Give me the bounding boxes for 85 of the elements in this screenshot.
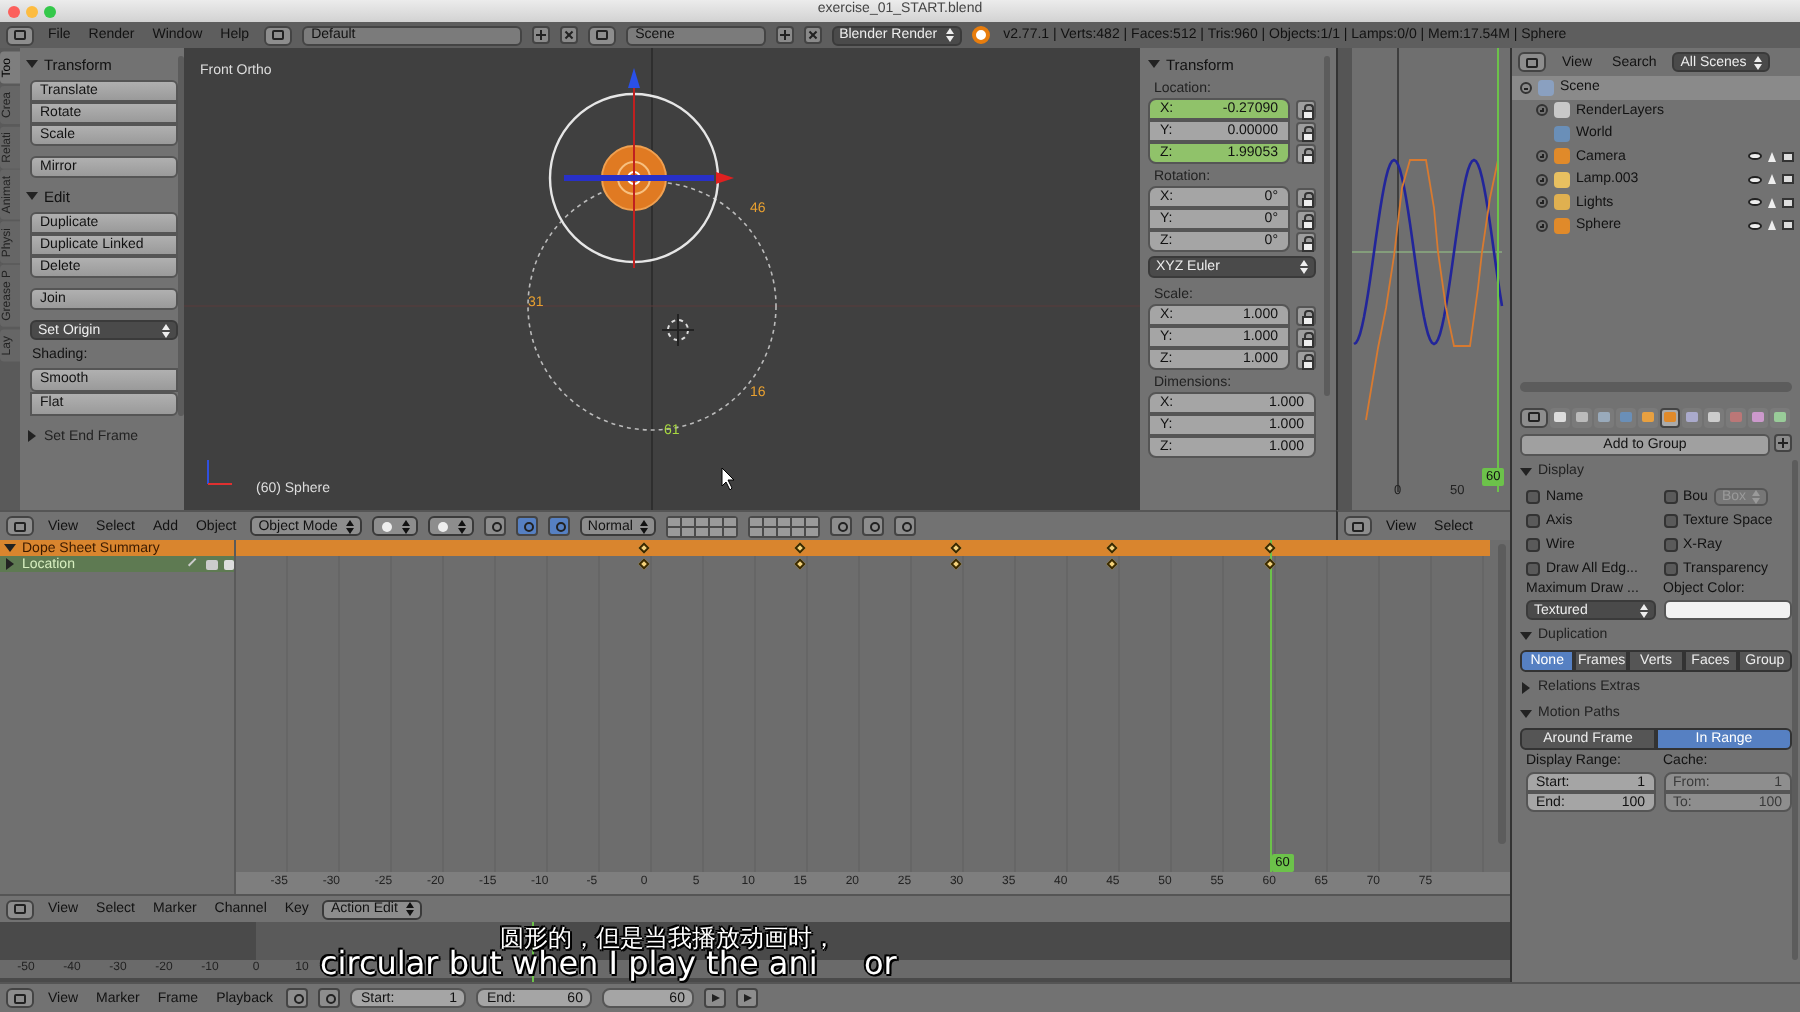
editor-type-button[interactable] [6, 25, 34, 45]
plus-icon[interactable] [531, 26, 550, 44]
pivot-dropdown[interactable] [427, 516, 474, 536]
axis-gizmo-icon [207, 459, 233, 485]
keyframe-icon[interactable] [950, 542, 963, 554]
updown-arrow-icon [1639, 603, 1647, 617]
mouse-cursor-icon [721, 467, 735, 491]
editor-type-button[interactable] [263, 25, 292, 45]
disclosure-triangle-icon[interactable] [1148, 58, 1160, 70]
editor-type-button[interactable] [587, 25, 616, 45]
updown-arrow-icon [640, 519, 649, 533]
updown-arrow-icon [162, 323, 170, 337]
properties-tab[interactable] [1704, 407, 1724, 427]
keyframe-icon[interactable] [1107, 558, 1119, 570]
rotate-icon[interactable] [547, 516, 570, 536]
disclosure-triangle-icon[interactable] [1520, 681, 1532, 693]
keyframe-icon[interactable] [1107, 542, 1119, 554]
checkbox[interactable] [1526, 537, 1540, 551]
properties-tab[interactable] [1770, 407, 1790, 427]
transform-manipulator-drawing[interactable] [564, 68, 734, 269]
subtitle: or [864, 946, 897, 980]
properties-tab[interactable] [1550, 407, 1570, 427]
updown-arrow-icon [345, 519, 354, 533]
checkbox[interactable] [1663, 513, 1677, 527]
plus-icon[interactable] [1774, 434, 1792, 452]
disclosure-triangle-icon[interactable] [26, 430, 38, 442]
3d-cursor-icon [661, 313, 695, 347]
sine-curve-line[interactable] [1352, 158, 1504, 346]
disclosure-triangle-icon[interactable] [1520, 629, 1532, 641]
checkbox[interactable] [1663, 561, 1677, 575]
checkbox[interactable] [1526, 561, 1540, 575]
keyframe-icon[interactable] [794, 558, 806, 570]
properties-tab[interactable] [1572, 407, 1592, 427]
expand-toggle[interactable] [1536, 104, 1548, 117]
expand-toggle[interactable] [1536, 196, 1548, 209]
sphere-drawing[interactable] [601, 145, 667, 211]
expand-toggle[interactable] [1520, 81, 1532, 94]
updown-arrow-icon [1754, 55, 1763, 69]
play-icon[interactable] [736, 988, 759, 1008]
keyframe-icon[interactable] [794, 542, 806, 554]
expand-toggle[interactable] [1536, 173, 1548, 186]
keyframe-icon[interactable] [1263, 542, 1275, 554]
expand-toggle[interactable] [1536, 219, 1548, 232]
close-icon[interactable] [559, 26, 578, 44]
play-icon[interactable] [704, 988, 727, 1008]
updown-arrow-icon [401, 519, 410, 533]
disclosure-triangle-icon[interactable] [1520, 465, 1532, 477]
keyframe-curve-line[interactable] [1365, 159, 1499, 421]
eye-icon[interactable] [1748, 221, 1762, 230]
disclosure-triangle-icon[interactable] [26, 58, 38, 70]
keyframe-icon[interactable] [638, 542, 650, 554]
keyframe-icon[interactable] [638, 558, 650, 570]
keyframe-icon[interactable] [950, 558, 963, 570]
updown-arrow-icon [457, 519, 466, 533]
updown-arrow-icon [945, 28, 954, 42]
layer-grid[interactable] [666, 515, 739, 537]
disclosure-triangle-icon[interactable] [1520, 707, 1532, 719]
checkbox[interactable] [1663, 537, 1677, 551]
eye-icon[interactable] [1748, 152, 1762, 161]
disclosure-triangle-icon[interactable] [4, 558, 16, 570]
disclosure-triangle-icon[interactable] [4, 542, 16, 554]
close-icon[interactable] [803, 26, 822, 44]
editor-type-button[interactable] [1520, 407, 1548, 427]
updown-arrow-icon [1300, 260, 1308, 274]
plus-icon[interactable] [775, 26, 794, 44]
keyframe-icon[interactable] [1263, 558, 1275, 570]
eye-icon[interactable] [1748, 175, 1762, 184]
checkbox[interactable] [1526, 489, 1540, 503]
translate-icon[interactable] [515, 516, 538, 536]
eye-icon[interactable] [1748, 198, 1762, 207]
editor-type-button[interactable] [6, 899, 34, 919]
expand-toggle[interactable] [1536, 150, 1548, 163]
editor-type-button[interactable] [6, 988, 34, 1008]
updown-arrow-icon [405, 902, 414, 916]
checkbox[interactable] [1526, 513, 1540, 527]
ring-logo-icon [971, 26, 990, 44]
editor-type-button[interactable] [1344, 516, 1372, 536]
editor-type-button[interactable] [6, 516, 34, 536]
checkbox[interactable] [1663, 489, 1677, 503]
properties-tab[interactable] [1660, 407, 1680, 427]
shading-dropdown[interactable] [371, 516, 418, 536]
editor-type-button[interactable] [1518, 52, 1546, 72]
disclosure-triangle-icon[interactable] [26, 190, 38, 202]
updown-arrow-icon [1752, 489, 1761, 503]
color-swatch[interactable] [1663, 600, 1792, 620]
